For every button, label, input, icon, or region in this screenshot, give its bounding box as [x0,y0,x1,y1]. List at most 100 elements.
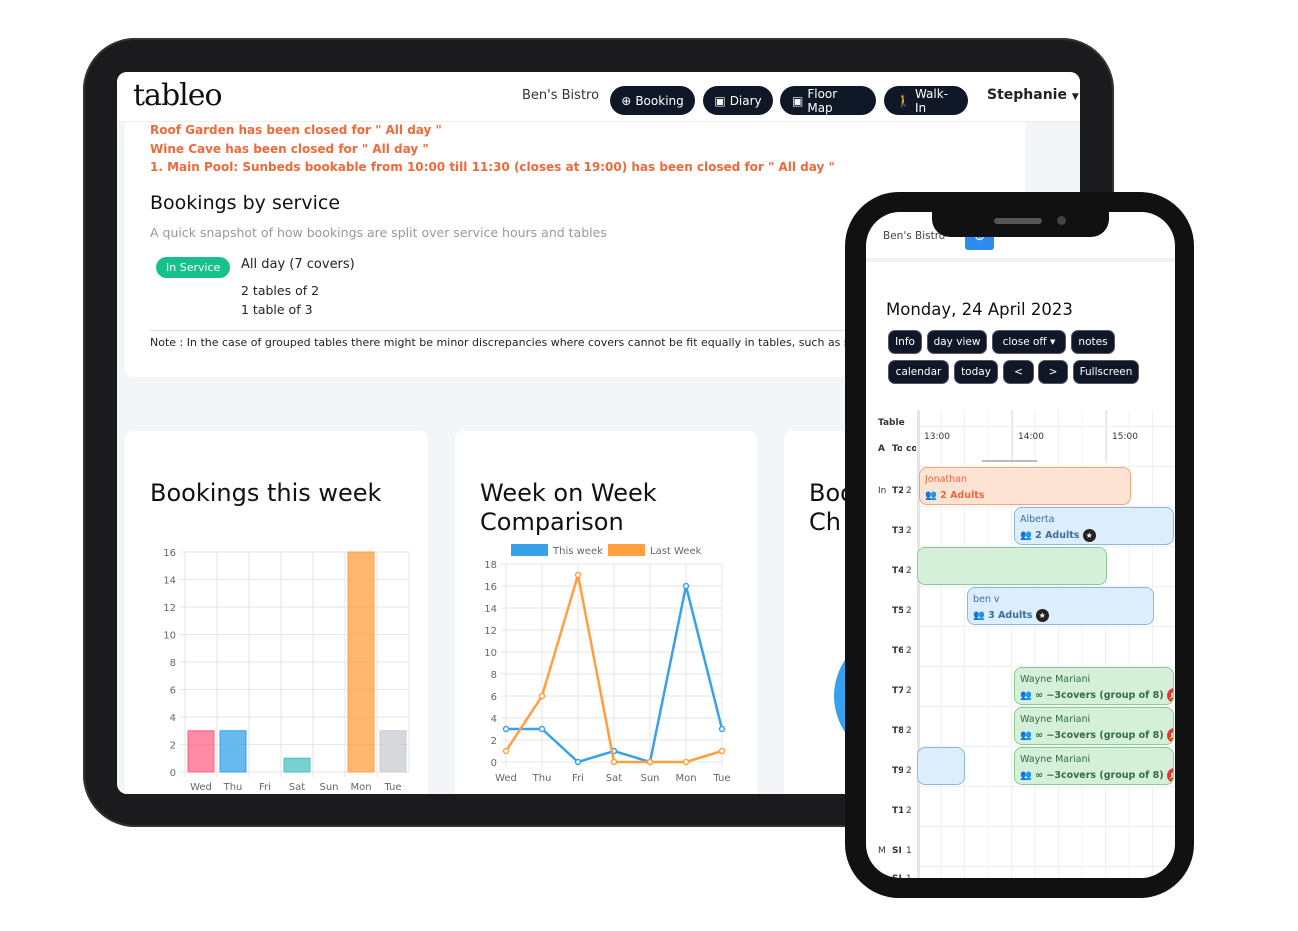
user-menu[interactable]: Stephanie ▼ [987,87,1079,103]
chart-title: Week on Week Comparison [480,479,657,536]
notes-button[interactable]: notes [1071,330,1115,354]
plus-circle-icon: ⊕ [621,93,632,108]
section-title: Bookings by service [150,192,341,214]
bookings-this-week-card: Bookings this week 0 2 4 6 8 10 12 14 16 Wed Thu Fr… [125,431,428,794]
prev-day-button[interactable]: < [1003,360,1034,384]
people-icon: 👥 [1020,770,1032,781]
data-point [718,747,726,755]
people-icon: 👥 [1020,530,1032,541]
x-tick-label: Fri [572,773,584,784]
table-row-c: 2 [906,486,912,496]
x-tick-label: Fri [259,782,271,793]
data-point [646,758,654,766]
y-tick-label: 12 [163,603,176,614]
data-point [538,725,546,733]
data-point [502,747,510,755]
y-tick-label: 2 [170,741,176,752]
bar [187,730,215,773]
calendar-icon: ▣ [792,93,804,108]
table-summary: 1 table of 3 [241,302,313,317]
table-row-c: 2 [906,806,912,816]
phone-screen: Ben's Bistro ⊕ Monday, 24 April 2023 Inf… [866,212,1175,878]
today-button[interactable]: today [954,360,998,384]
people-icon: 👥 [973,610,985,621]
x-tick-label: Sat [289,782,305,793]
guest-name: Wayne Mariani [1020,714,1091,725]
table-row-c: 2 [906,686,912,696]
scrollbar[interactable] [982,460,1037,462]
booking-block[interactable] [917,747,965,785]
people-icon: 👥 [1020,690,1032,701]
x-tick-label: Thu [223,782,243,793]
table-row-t: SI [892,846,902,856]
status-badge: In Service [156,257,231,278]
speaker [994,218,1042,224]
table-row-t: T6 [892,646,903,656]
y-tick-label: 8 [170,658,176,669]
y-tick-label: 0 [491,758,497,769]
data-point [574,758,582,766]
time-label: 15:00 [1112,432,1138,442]
x-tick-label: Tue [383,782,401,793]
table-row-t: T2 [892,486,903,496]
covers-detail: 2 Adults [940,490,985,501]
top-nav: tableo Ben's Bistro ⊕ Booking ▣ Diary ▣ Flo… [117,72,1080,122]
x-tick-label: Thu [532,773,552,784]
info-button[interactable]: Info [888,330,922,354]
close-off-dropdown[interactable]: close off ▼ [992,330,1066,354]
covers-detail: 3 Adults [988,610,1033,621]
y-tick-label: 6 [491,692,497,703]
table-row-c: 2 [906,766,912,776]
closure-alert: Wine Cave has been closed for " All day … [150,142,429,156]
table-row-c: 1 [906,874,914,878]
day-view-button[interactable]: day view [927,330,987,354]
star-badge-icon: ★ [1035,609,1049,622]
phone-notch [932,204,1109,237]
booking-block[interactable]: Wayne Mariani 👥 ∞ ~3covers (group of 8) 🔔 [1014,747,1174,785]
calendar-button[interactable]: calendar [888,360,949,384]
line-chart: This week Last Week 0 2 4 6 8 10 12 14 16 18 Wed Thu F… [484,544,731,784]
bell-alert-icon: 🔔 [1166,728,1173,743]
table-row-a: M [878,846,886,856]
floor-map-button[interactable]: ▣ Floor Map [780,86,876,115]
bell-alert-icon: 🔔 [1166,688,1173,703]
guest-name: Wayne Mariani [1020,754,1091,765]
table-row-t: T4 [892,566,903,576]
table-summary: 2 tables of 2 [241,283,320,298]
walk-in-button[interactable]: 🚶 Walk-In [884,86,968,115]
table-row-t: T9 [892,766,903,776]
bar [283,757,311,773]
covers-detail: ∞ ~3covers (group of 8) [1035,730,1164,741]
data-point [682,758,690,766]
covers-detail: ∞ ~3covers (group of 8) [1035,770,1164,781]
booking-block[interactable] [917,547,1107,585]
data-point [502,725,510,733]
booking-block[interactable]: Wayne Mariani 👥 ∞ ~3covers (group of 8) 🔔 [1014,707,1174,745]
booking-block[interactable]: Alberta 👥 2 Adults ★ [1014,507,1174,545]
table-row-a: In [878,486,887,496]
table-row-c: 2 [906,566,912,576]
chart-title: Bookings this week [150,479,382,507]
booking-block[interactable]: Wayne Mariani 👥 ∞ ~3covers (group of 8) 🔔 [1014,667,1174,705]
booking-block[interactable]: ben v 👥 3 Adults ★ [967,587,1154,625]
booking-button[interactable]: ⊕ Booking [610,86,695,115]
x-tick-label: Sun [319,782,338,793]
sub-column-header: A [878,444,885,454]
booking-block[interactable]: Jonathan 👥 2 Adults [919,467,1131,505]
fullscreen-button[interactable]: Fullscreen [1073,360,1139,384]
y-tick-label: 4 [491,714,497,725]
section-subtitle: A quick snapshot of how bookings are spl… [150,225,607,240]
y-tick-label: 18 [484,560,497,571]
caret-down-icon: ▼ [1050,338,1056,346]
x-tick-label: Sun [640,773,659,784]
next-day-button[interactable]: > [1038,360,1068,384]
sub-column-header: co [906,444,916,454]
table-row-c: 2 [906,726,912,736]
guest-name: Wayne Mariani [1020,674,1091,685]
x-tick-label: Wed [495,773,517,784]
calendar-icon: ▣ [714,93,726,108]
diary-button[interactable]: ▣ Diary [703,86,773,115]
y-tick-label: 0 [170,768,176,779]
caret-down-icon: ▼ [1071,92,1079,102]
y-tick-label: 8 [491,670,497,681]
